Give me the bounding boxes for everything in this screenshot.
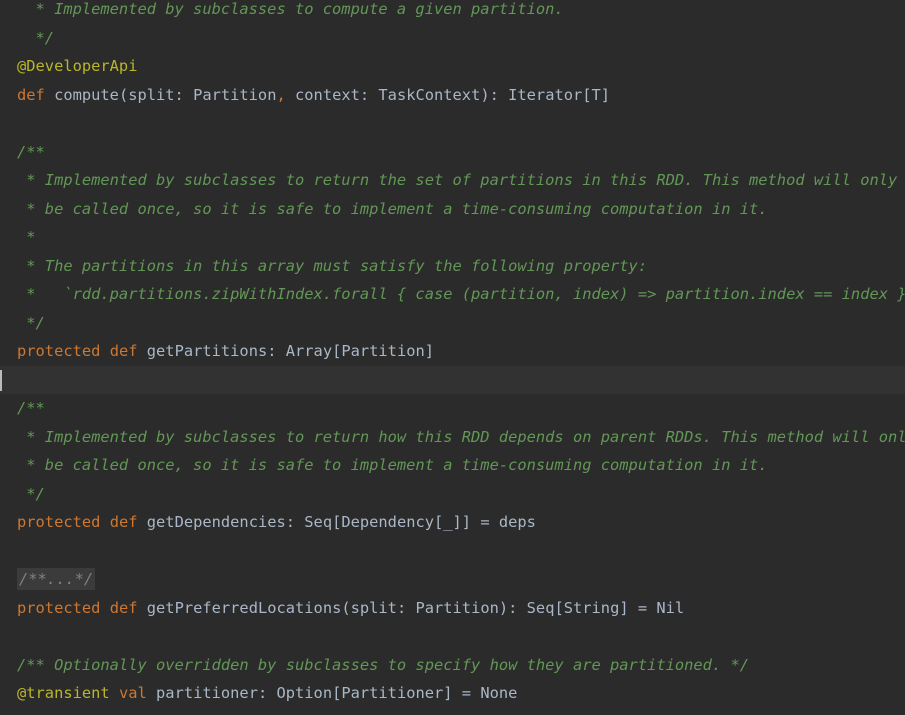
code-line[interactable]: * Implemented by subclasses to compute a… <box>0 0 905 24</box>
code-token: * be called once, so it is safe to imple… <box>17 199 768 218</box>
code-line[interactable]: * be called once, so it is safe to imple… <box>0 195 905 224</box>
code-token: /** Optionally overridden by subclasses … <box>17 655 750 674</box>
code-token: * `rdd.partitions.zipWithIndex.forall { … <box>17 285 905 303</box>
code-line[interactable]: * Implemented by subclasses to return th… <box>0 166 905 195</box>
code-line[interactable] <box>0 622 905 651</box>
code-line[interactable]: * `rdd.partitions.zipWithIndex.forall { … <box>0 280 905 309</box>
code-token: def <box>17 85 45 104</box>
code-line[interactable]: * Implemented by subclasses to return ho… <box>0 423 905 452</box>
code-token: def <box>109 342 138 360</box>
code-token: protected <box>17 342 101 360</box>
code-line[interactable]: */ <box>0 24 905 53</box>
code-line[interactable]: @DeveloperApi <box>0 52 905 81</box>
code-line[interactable]: /**...*/ <box>0 565 905 594</box>
code-line[interactable]: * be called once, so it is safe to imple… <box>0 451 905 480</box>
code-line[interactable]: @transient val partitioner: Option[Parti… <box>0 679 905 708</box>
code-line[interactable]: /** <box>0 394 905 423</box>
code-token: , <box>276 85 286 104</box>
code-token: context: TaskContext): Iterator[T] <box>285 85 611 104</box>
code-line[interactable]: protected def getDependencies: Seq[Depen… <box>0 508 905 537</box>
code-token: getPreferredLocations(split: Partition):… <box>137 598 685 617</box>
code-token: def <box>109 513 138 531</box>
code-token: * Implemented by subclasses to compute a… <box>17 0 564 18</box>
code-line[interactable]: * The partitions in this array must sati… <box>0 252 905 281</box>
code-editor[interactable]: * Implemented by subclasses to compute a… <box>0 0 905 715</box>
code-line[interactable]: * <box>0 223 905 252</box>
code-token: @transient <box>17 684 110 702</box>
current-code-line[interactable] <box>0 365 905 394</box>
code-line[interactable] <box>0 537 905 566</box>
code-token: getDependencies: Seq[Dependency[_]] = de… <box>137 513 536 531</box>
code-line[interactable]: */ <box>0 480 905 509</box>
code-token: protected <box>17 513 101 531</box>
code-token: */ <box>17 28 55 47</box>
code-token: * <box>17 228 36 246</box>
code-token: compute(split: Partition <box>44 85 277 104</box>
code-line[interactable]: protected def getPartitions: Array[Parti… <box>0 337 905 366</box>
code-line[interactable] <box>0 109 905 138</box>
code-token: val <box>118 684 147 702</box>
code-token: * Implemented by subclasses to return th… <box>17 171 898 189</box>
code-token: /** <box>17 142 45 161</box>
code-line[interactable]: def compute(split: Partition, context: T… <box>0 81 905 110</box>
folded-comment-placeholder[interactable]: /**...*/ <box>17 568 96 590</box>
code-token: /** <box>17 399 45 417</box>
code-token: def <box>109 598 138 617</box>
code-token: * be called once, so it is safe to imple… <box>17 456 768 474</box>
code-token: @DeveloperApi <box>17 57 138 75</box>
code-line[interactable]: protected def getPreferredLocations(spli… <box>0 594 905 623</box>
code-token: * The partitions in this array must sati… <box>17 256 648 275</box>
code-line[interactable]: /** <box>0 138 905 167</box>
code-line[interactable]: /** Optionally overridden by subclasses … <box>0 651 905 680</box>
code-token: protected <box>17 598 101 617</box>
code-token: */ <box>17 484 45 503</box>
code-token: */ <box>17 313 45 332</box>
code-token: * Implemented by subclasses to return ho… <box>17 427 905 446</box>
code-token: getPartitions: Array[Partition] <box>137 342 435 360</box>
code-line[interactable]: */ <box>0 309 905 338</box>
code-token: partitioner: Option[Partitioner] = None <box>146 684 518 702</box>
